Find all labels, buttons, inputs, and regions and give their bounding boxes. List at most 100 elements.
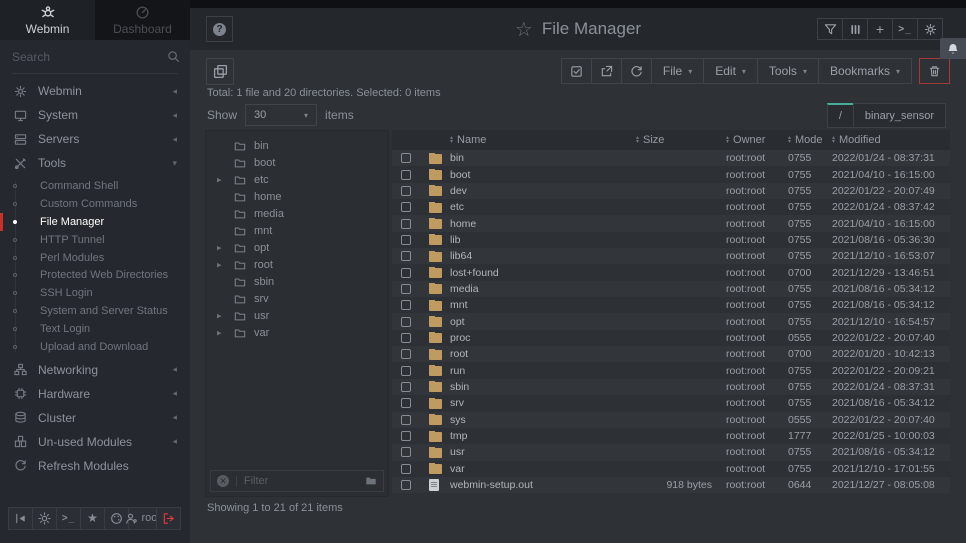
table-row[interactable]: sbinroot:root07552022/01/24 - 08:37:31 — [392, 379, 950, 395]
tree-item-sbin[interactable]: sbin — [206, 273, 388, 290]
sidebar-item-system-and-server-status[interactable]: System and Server Status — [0, 302, 190, 320]
sidebar-item-file-manager[interactable]: File Manager — [0, 213, 190, 231]
clear-filter-icon[interactable]: ✕ — [217, 475, 229, 487]
row-checkbox[interactable] — [401, 349, 411, 359]
night-mode-button[interactable] — [32, 507, 57, 530]
file-name[interactable]: srv — [450, 397, 636, 409]
tree-item-boot[interactable]: boot — [206, 154, 388, 171]
row-checkbox[interactable] — [401, 300, 411, 310]
table-row[interactable]: bootroot:root07552021/04/10 - 16:15:00 — [392, 166, 950, 182]
file-name[interactable]: mnt — [450, 299, 636, 311]
columns-button[interactable] — [842, 18, 868, 40]
row-checkbox[interactable] — [401, 366, 411, 376]
row-checkbox[interactable] — [401, 284, 411, 294]
file-name[interactable]: opt — [450, 316, 636, 328]
file-name[interactable]: lib — [450, 234, 636, 246]
row-checkbox[interactable] — [401, 333, 411, 343]
sidebar-item-webmin[interactable]: Webmin◂ — [0, 79, 190, 103]
row-checkbox[interactable] — [401, 251, 411, 261]
column-name[interactable]: Name — [457, 134, 486, 146]
row-checkbox[interactable] — [401, 170, 411, 180]
sidebar-item-command-shell[interactable]: Command Shell — [0, 177, 190, 195]
edit-menu-button[interactable]: Edit▾ — [703, 58, 758, 84]
search-icon[interactable] — [167, 50, 180, 63]
row-checkbox[interactable] — [401, 317, 411, 327]
row-checkbox[interactable] — [401, 431, 411, 441]
expand-arrow-icon[interactable]: ▸ — [217, 310, 222, 321]
tree-item-mnt[interactable]: mnt — [206, 222, 388, 239]
sidebar-item-un-used-modules[interactable]: Un-used Modules◂ — [0, 430, 190, 454]
table-row[interactable]: lost+foundroot:root07002021/12/29 - 13:4… — [392, 264, 950, 280]
row-checkbox[interactable] — [401, 219, 411, 229]
column-owner[interactable]: Owner — [733, 134, 765, 146]
sidebar-item-upload-and-download[interactable]: Upload and Download — [0, 338, 190, 356]
terminal-button[interactable]: >_ — [892, 18, 918, 40]
row-checkbox[interactable] — [401, 464, 411, 474]
table-row[interactable]: usrroot:root07552021/08/16 - 05:34:12 — [392, 444, 950, 460]
column-modified[interactable]: Modified — [839, 134, 881, 146]
tree-item-bin[interactable]: bin — [206, 137, 388, 154]
tree-item-usr[interactable]: ▸usr — [206, 307, 388, 324]
file-name[interactable]: usr — [450, 446, 636, 458]
table-row[interactable]: tmproot:root17772022/01/25 - 10:00:03 — [392, 428, 950, 444]
table-row[interactable]: runroot:root07552022/01/22 - 20:09:21 — [392, 362, 950, 378]
sidebar-item-http-tunnel[interactable]: HTTP Tunnel — [0, 231, 190, 249]
sidebar-item-protected-web-directories[interactable]: Protected Web Directories — [0, 266, 190, 284]
file-name[interactable]: lost+found — [450, 267, 636, 279]
expand-arrow-icon[interactable]: ▸ — [217, 174, 222, 185]
sidebar-item-perl-modules[interactable]: Perl Modules — [0, 249, 190, 267]
table-row[interactable]: libroot:root07552021/08/16 - 05:36:30 — [392, 232, 950, 248]
sort-icon[interactable]: ▴▾ — [788, 136, 791, 145]
sidebar-item-custom-commands[interactable]: Custom Commands — [0, 195, 190, 213]
file-name[interactable]: proc — [450, 332, 636, 344]
sidebar-item-cluster[interactable]: Cluster◂ — [0, 406, 190, 430]
notifications-tab[interactable] — [940, 38, 966, 59]
row-checkbox[interactable] — [401, 186, 411, 196]
help-button[interactable]: ? — [206, 16, 233, 42]
sidebar-item-text-login[interactable]: Text Login — [0, 320, 190, 338]
expand-arrow-icon[interactable]: ▸ — [217, 242, 222, 253]
table-row[interactable]: binroot:root07552022/01/24 - 08:37:31 — [392, 150, 950, 166]
row-checkbox[interactable] — [401, 235, 411, 245]
file-name[interactable]: bin — [450, 152, 636, 164]
tree-item-var[interactable]: ▸var — [206, 324, 388, 341]
table-row[interactable]: webmin-setup.out918 bytesroot:root064420… — [392, 477, 950, 493]
sort-icon[interactable]: ▴▾ — [450, 136, 453, 145]
tree-item-opt[interactable]: ▸opt — [206, 239, 388, 256]
table-row[interactable]: etcroot:root07552022/01/24 - 08:37:42 — [392, 199, 950, 215]
tree-filter-input[interactable] — [244, 475, 359, 487]
show-count-select[interactable]: 30 ▾ — [245, 104, 317, 126]
settings-button[interactable] — [917, 18, 943, 40]
file-name[interactable]: boot — [450, 169, 636, 181]
row-checkbox[interactable] — [401, 415, 411, 425]
tree-item-etc[interactable]: ▸etc — [206, 171, 388, 188]
file-name[interactable]: lib64 — [450, 250, 636, 262]
row-checkbox[interactable] — [401, 268, 411, 278]
expand-arrow-icon[interactable]: ▸ — [217, 259, 222, 270]
table-row[interactable]: mediaroot:root07552021/08/16 - 05:34:12 — [392, 281, 950, 297]
table-row[interactable]: optroot:root07552021/12/10 - 16:54:57 — [392, 313, 950, 329]
path-tab-root[interactable]: / — [827, 103, 854, 128]
row-checkbox[interactable] — [401, 480, 411, 490]
select-all-button[interactable] — [561, 58, 592, 84]
expand-arrow-icon[interactable]: ▸ — [217, 327, 222, 338]
tree-item-media[interactable]: media — [206, 205, 388, 222]
file-name[interactable]: root — [450, 348, 636, 360]
table-row[interactable]: procroot:root05552022/01/22 - 20:07:40 — [392, 330, 950, 346]
sidebar-item-tools[interactable]: Tools▾ — [0, 151, 190, 175]
row-checkbox[interactable] — [401, 382, 411, 392]
table-row[interactable]: mntroot:root07552021/08/16 - 05:34:12 — [392, 297, 950, 313]
folder-icon[interactable] — [365, 475, 377, 487]
collapse-sidebar-button[interactable] — [8, 507, 33, 530]
sort-icon[interactable]: ▴▾ — [636, 136, 639, 145]
sort-icon[interactable]: ▴▾ — [726, 136, 729, 145]
tools-menu-button[interactable]: Tools▾ — [757, 58, 819, 84]
sidebar-item-system[interactable]: System◂ — [0, 103, 190, 127]
file-name[interactable]: dev — [450, 185, 636, 197]
paste-buffer-button[interactable] — [206, 58, 234, 85]
favorites-button[interactable]: ★ — [80, 507, 105, 530]
table-row[interactable]: devroot:root07552022/01/22 - 20:07:49 — [392, 183, 950, 199]
table-row[interactable]: rootroot:root07002022/01/20 - 10:42:13 — [392, 346, 950, 362]
file-name[interactable]: run — [450, 365, 636, 377]
file-name[interactable]: home — [450, 218, 636, 230]
